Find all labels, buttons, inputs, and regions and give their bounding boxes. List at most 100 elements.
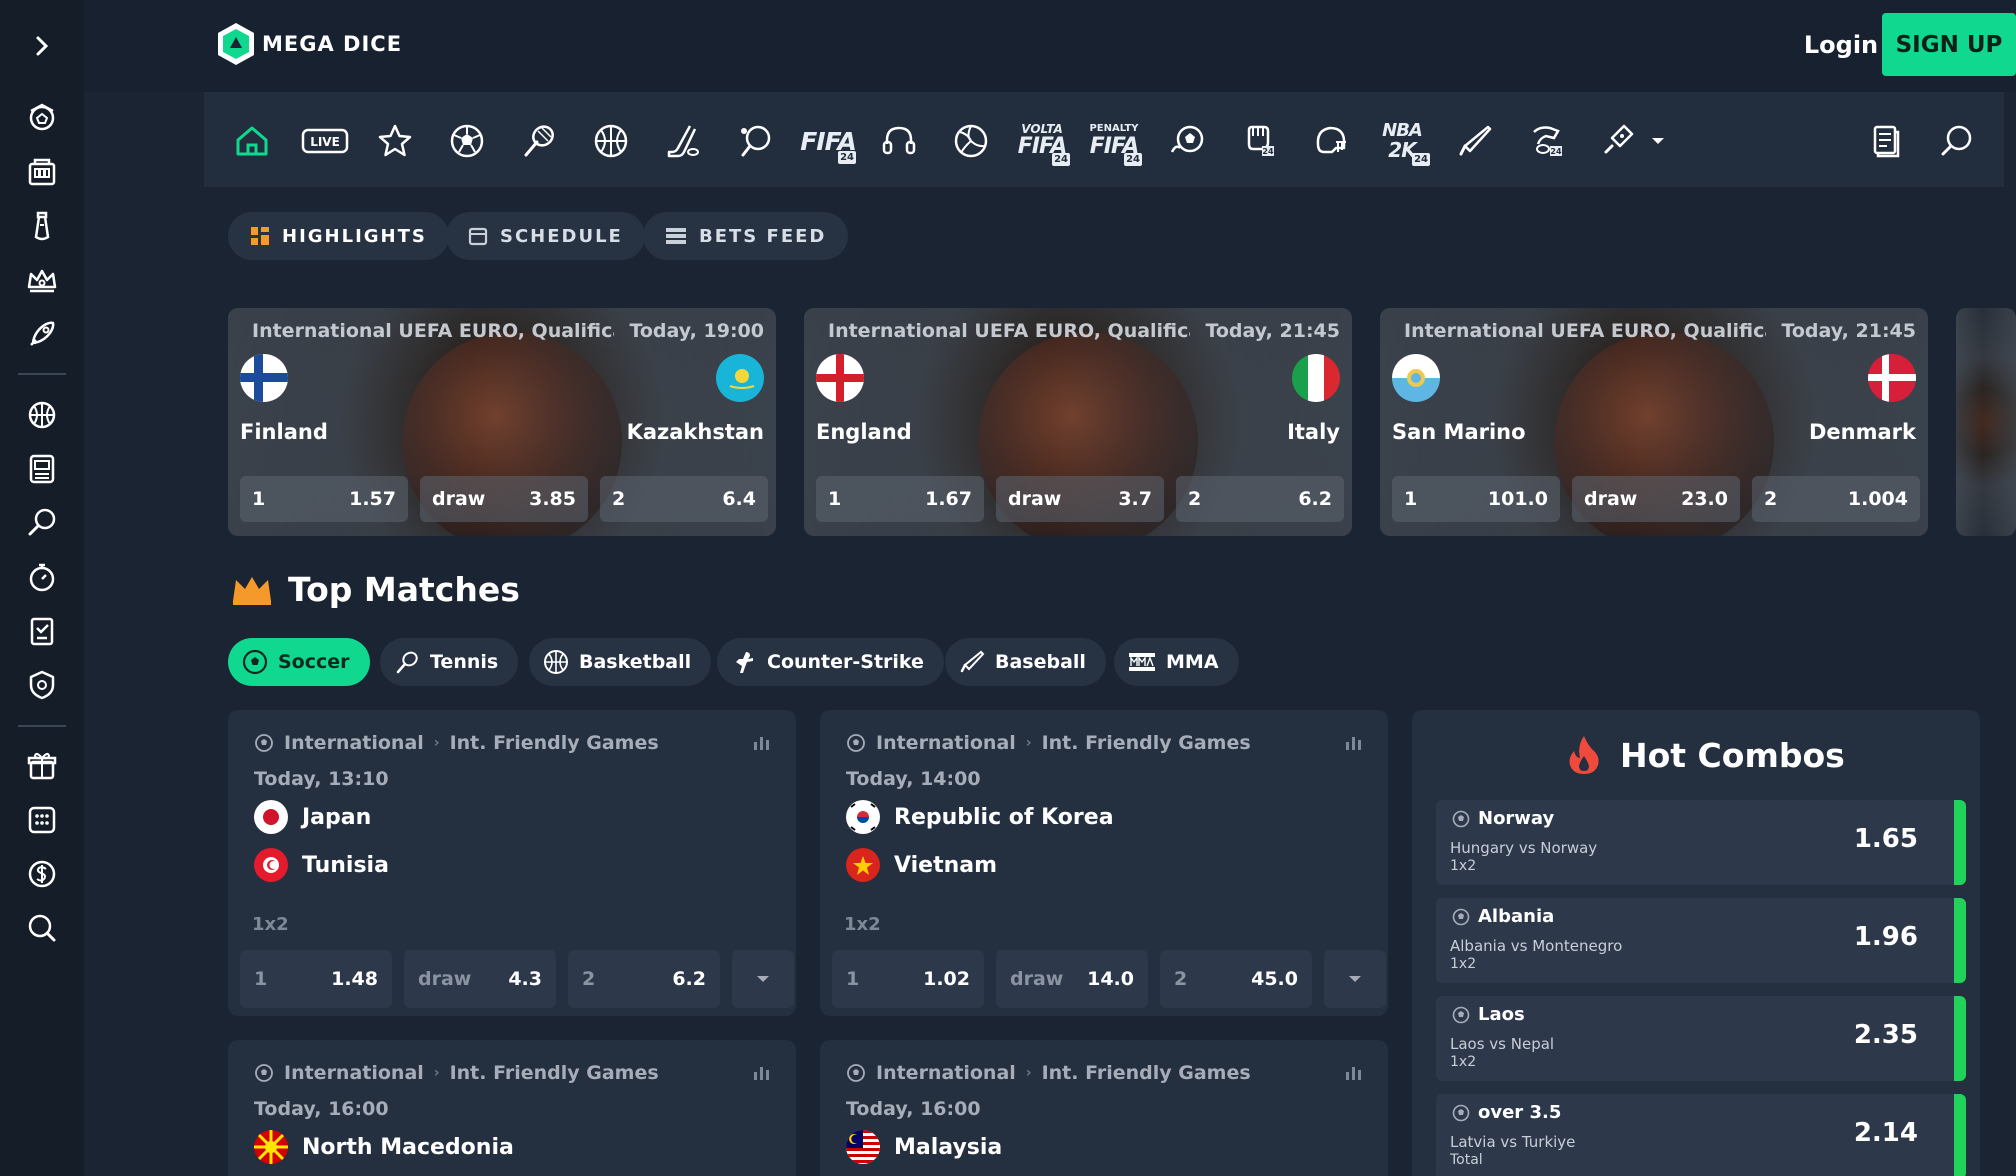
odd-button-home[interactable]: 1 1.57	[240, 476, 408, 522]
sport-tab-basketball[interactable]: Basketball	[529, 638, 712, 686]
expand-sidebar-icon[interactable]	[27, 31, 57, 61]
combo-item[interactable]: Laos Laos vs Nepal 1x2 2.35	[1436, 996, 1966, 1081]
fight-glove-icon[interactable]: 24	[1236, 118, 1282, 164]
golf-club-icon[interactable]	[1596, 118, 1642, 164]
rugby-player-icon[interactable]: 24	[1524, 118, 1570, 164]
highlight-card[interactable]: International UEFA EURO, Qualification T…	[1380, 308, 1928, 536]
penalty-fifa-icon[interactable]: PENALTY FIFA 24	[1086, 118, 1142, 166]
match-card[interactable]: International › Int. Friendly Games Today…	[820, 1040, 1388, 1176]
brand-logo[interactable]: MEGA DICE	[214, 20, 402, 68]
tab-schedule[interactable]: SCHEDULE	[446, 212, 645, 260]
sport-tab-soccer[interactable]: Soccer	[228, 638, 370, 686]
promotions-icon[interactable]	[22, 206, 62, 246]
volta-fifa-icon[interactable]: VOLTA FIFA 24	[1014, 118, 1070, 166]
dollar-coin-icon[interactable]	[22, 854, 62, 894]
highlight-card[interactable]: International UEFA EURO, Qualification T…	[228, 308, 776, 536]
live-button[interactable]: LIVE	[300, 118, 350, 164]
odd-button-away[interactable]: 2 6.2	[1176, 476, 1344, 522]
betslip-document-icon[interactable]	[1862, 118, 1908, 164]
away-team-name: Vietnam	[894, 852, 998, 878]
volleyball-icon[interactable]	[948, 118, 994, 164]
basketball-icon[interactable]	[22, 395, 62, 435]
fifa-icon[interactable]: FIFA 24	[800, 118, 857, 164]
stopwatch-icon[interactable]	[22, 557, 62, 597]
stats-chart-icon[interactable]	[752, 734, 770, 752]
sport-tab-baseball[interactable]: Baseball	[945, 638, 1106, 686]
betslip-check-icon[interactable]	[22, 611, 62, 651]
odd-button-away[interactable]: 2 6.2	[568, 950, 720, 1008]
signup-button[interactable]: SIGN UP	[1882, 13, 2016, 76]
match-card[interactable]: International › Int. Friendly Games Today…	[228, 1040, 796, 1176]
combo-match: Laos vs Nepal	[1450, 1035, 1555, 1053]
sport-tab-tennis[interactable]: Tennis	[380, 638, 519, 686]
odd-button-draw[interactable]: draw 4.3	[404, 950, 556, 1008]
rocket-icon[interactable]	[22, 314, 62, 354]
away-team-name: Tunisia	[302, 852, 389, 878]
dice-logo-icon	[218, 23, 254, 65]
casino-icon[interactable]	[22, 152, 62, 192]
stats-chart-icon[interactable]	[752, 1064, 770, 1082]
left-rail	[0, 0, 84, 1176]
more-sports-chevron-down-icon[interactable]	[1644, 118, 1672, 164]
soccer-kick-icon[interactable]	[1164, 118, 1210, 164]
highlight-league: International UEFA EURO, Qualification	[252, 320, 614, 342]
soccer-icon[interactable]	[444, 118, 490, 164]
tennis-icon[interactable]	[516, 118, 562, 164]
odd-button-home[interactable]: 1 1.67	[816, 476, 984, 522]
highlights-grid-icon	[251, 227, 269, 245]
esports-headset-icon[interactable]	[876, 118, 922, 164]
racket-icon[interactable]	[22, 503, 62, 543]
gift-icon[interactable]	[22, 746, 62, 786]
basketball-icon[interactable]	[588, 118, 634, 164]
live-label: LIVE	[310, 135, 340, 149]
highlight-card[interactable]: International UEFA EURO, Qualification T…	[804, 308, 1352, 536]
home-icon[interactable]	[229, 118, 275, 164]
combo-item[interactable]: Albania Albania vs Montenegro 1x2 1.96	[1436, 898, 1966, 983]
sport-tab-counter-strike[interactable]: Counter-Strike	[717, 638, 944, 686]
more-markets-chevron-down-icon[interactable]	[732, 950, 794, 1008]
baseball-bat-icon[interactable]	[1452, 118, 1498, 164]
combo-item[interactable]: over 3.5 Latvia vs Turkiye Total 2.14	[1436, 1094, 1966, 1176]
sport-tab-mma[interactable]: MMA	[1114, 638, 1239, 686]
vietnam-flag-icon	[846, 848, 880, 882]
odd-button-home[interactable]: 1 1.48	[240, 950, 392, 1008]
odd-button-home[interactable]: 1 101.0	[1392, 476, 1560, 522]
slot-machine-icon[interactable]	[22, 449, 62, 489]
search-icon[interactable]	[1934, 118, 1980, 164]
breadcrumb-separator-icon: ›	[1025, 1065, 1032, 1081]
odd-button-draw[interactable]: draw 14.0	[996, 950, 1148, 1008]
highlight-card-partial[interactable]	[1956, 308, 2016, 536]
highlight-home-team: San Marino	[1392, 420, 1526, 444]
malaysia-flag-icon	[846, 1130, 880, 1164]
tab-bets-feed[interactable]: BETS FEED	[643, 212, 849, 260]
away-team: Vietnam	[846, 848, 997, 882]
san-marino-flag-icon	[1392, 354, 1440, 402]
combo-item[interactable]: Norway Hungary vs Norway 1x2 1.65	[1436, 800, 1966, 885]
combo-match: Albania vs Montenegro	[1450, 937, 1623, 955]
stats-chart-icon[interactable]	[1344, 734, 1362, 752]
market-label: 1x2	[844, 914, 881, 935]
football-helmet-icon[interactable]	[1308, 118, 1354, 164]
match-card[interactable]: International › Int. Friendly Games Today…	[820, 710, 1388, 1016]
search-icon[interactable]	[22, 908, 62, 948]
odd-button-draw[interactable]: draw 3.7	[996, 476, 1164, 522]
nba2k-icon[interactable]: NBA 2K 24	[1374, 118, 1430, 166]
odd-button-away[interactable]: 2 1.004	[1752, 476, 1920, 522]
grid-apps-icon[interactable]	[22, 800, 62, 840]
tab-highlights[interactable]: HIGHLIGHTS	[228, 212, 449, 260]
match-region: International	[876, 732, 1016, 754]
ice-hockey-icon[interactable]	[660, 118, 706, 164]
odd-button-away[interactable]: 2 6.4	[600, 476, 768, 522]
odd-button-away[interactable]: 2 45.0	[1160, 950, 1312, 1008]
odd-button-draw[interactable]: draw 3.85	[420, 476, 588, 522]
odd-button-home[interactable]: 1 1.02	[832, 950, 984, 1008]
more-markets-chevron-down-icon[interactable]	[1324, 950, 1386, 1008]
stats-chart-icon[interactable]	[1344, 1064, 1362, 1082]
table-tennis-icon[interactable]	[732, 118, 778, 164]
match-card[interactable]: International › Int. Friendly Games Today…	[228, 710, 796, 1016]
crown-icon[interactable]	[22, 260, 62, 300]
favorites-star-icon[interactable]	[372, 118, 418, 164]
sports-icon[interactable]	[22, 98, 62, 138]
shield-icon[interactable]	[22, 665, 62, 705]
odd-button-draw[interactable]: draw 23.0	[1572, 476, 1740, 522]
